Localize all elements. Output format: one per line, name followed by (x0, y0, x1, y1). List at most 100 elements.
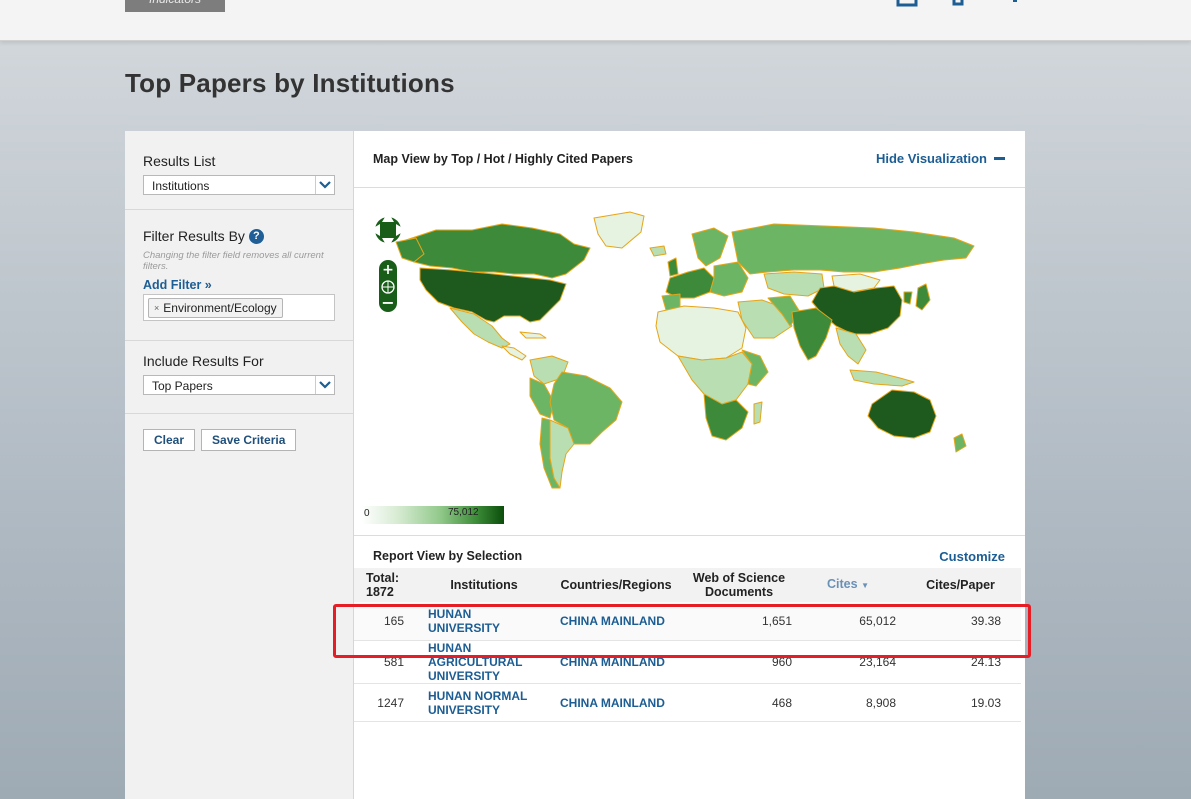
export-icon[interactable] (896, 0, 922, 8)
cites-per-paper-header[interactable]: Cites/Paper (900, 568, 1021, 602)
map-view-title: Map View by Top / Hot / Highly Cited Pap… (373, 152, 633, 166)
cites-cell: 23,164 (796, 640, 900, 684)
cites-cell: 65,012 (796, 602, 900, 641)
results-list-label: Results List (143, 153, 216, 169)
filter-field[interactable]: × Environment/Ecology (143, 294, 335, 321)
country-cell: CHINA MAINLAND (550, 683, 682, 722)
table-row: 581 HUNAN AGRICULTURAL UNIVERSITY CHINA … (354, 640, 1021, 684)
rank-cell: 1247 (354, 683, 418, 722)
region-australia (867, 389, 937, 439)
cites-header[interactable]: Cites ▼ (796, 568, 900, 602)
region-kazakhstan (763, 271, 825, 297)
institution-cell: HUNAN NORMAL UNIVERSITY (418, 683, 550, 722)
share-icon[interactable] (945, 0, 971, 8)
cites-per-paper-cell: 19.03 (900, 683, 1021, 722)
region-russia (731, 223, 975, 275)
region-new-zealand (953, 433, 967, 453)
include-section: Include Results For Top Papers (125, 341, 353, 414)
results-list-value: Institutions (152, 179, 210, 193)
countries-header[interactable]: Countries/Regions (550, 568, 682, 602)
region-uk (667, 257, 679, 277)
help-icon[interactable]: ? (248, 228, 264, 244)
country-cell: CHINA MAINLAND (550, 640, 682, 684)
country-link[interactable]: CHINA MAINLAND (560, 614, 665, 628)
svg-text:+: + (382, 262, 394, 278)
page-title: Top Papers by Institutions (125, 68, 455, 98)
clear-button[interactable]: Clear (143, 429, 196, 451)
wos-docs-cell: 468 (682, 683, 796, 722)
chevron-down-icon[interactable] (315, 176, 334, 194)
world-map[interactable]: + − 0 75,012 (354, 188, 1025, 535)
institution-link[interactable]: HUNAN AGRICULTURAL UNIVERSITY (428, 641, 522, 683)
cites-per-paper-cell: 24.13 (900, 640, 1021, 684)
rank-cell: 165 (354, 602, 418, 641)
region-iceland (649, 245, 667, 257)
total-header: Total: 1872 (354, 568, 418, 602)
chevron-down-icon[interactable] (315, 376, 334, 394)
include-value: Top Papers (152, 379, 213, 393)
region-north-africa (655, 305, 747, 361)
table-header-row: Total: 1872 Institutions Countries/Region… (354, 568, 1021, 602)
report-view-header: Report View by Selection Customize (354, 535, 1025, 569)
hide-visualization-button[interactable]: Hide Visualization (876, 151, 1005, 166)
region-madagascar (753, 401, 763, 425)
country-link[interactable]: CHINA MAINLAND (560, 696, 665, 710)
map-pan-control[interactable]: + − (369, 206, 407, 321)
world-map-svg (395, 211, 975, 489)
institution-cell: HUNAN UNIVERSITY (418, 602, 550, 641)
region-central-america (501, 345, 527, 361)
filter-label: Filter Results By ? (143, 228, 335, 244)
indicators-tab[interactable]: Indicators (125, 0, 225, 12)
top-header: Indicators (0, 0, 1191, 41)
results-list-select[interactable]: Institutions (143, 175, 335, 195)
region-japan (915, 283, 931, 311)
region-caribbean (519, 331, 547, 339)
region-greenland (593, 211, 645, 249)
legend-max-label: 75,012 (448, 507, 479, 518)
minus-icon (994, 157, 1005, 160)
results-panel: Map View by Top / Hot / Highly Cited Pap… (354, 131, 1025, 799)
save-criteria-button[interactable]: Save Criteria (201, 429, 297, 451)
region-india (791, 307, 833, 361)
institution-link[interactable]: HUNAN NORMAL UNIVERSITY (428, 689, 527, 717)
include-select[interactable]: Top Papers (143, 375, 335, 395)
rank-cell: 581 (354, 640, 418, 684)
svg-text:−: − (381, 293, 394, 312)
region-eastern-europe (709, 261, 749, 297)
region-scandinavia (691, 227, 729, 267)
wos-docs-cell: 1,651 (682, 602, 796, 641)
results-table: Total: 1872 Institutions Countries/Region… (354, 568, 1021, 722)
table-row: 1247 HUNAN NORMAL UNIVERSITY CHINA MAINL… (354, 683, 1021, 722)
map-legend: 0 75,012 (362, 506, 504, 524)
institution-cell: HUNAN AGRICULTURAL UNIVERSITY (418, 640, 550, 684)
remove-icon[interactable]: × (154, 303, 159, 313)
country-link[interactable]: CHINA MAINLAND (560, 655, 665, 669)
hide-visualization-label: Hide Visualization (875, 151, 987, 166)
region-korea (903, 291, 913, 305)
filter-chip: × Environment/Ecology (148, 298, 283, 318)
country-cell: CHINA MAINLAND (550, 602, 682, 641)
filter-section: Filter Results By ? Changing the filter … (125, 210, 353, 341)
add-filter-link[interactable]: Add Filter » (143, 278, 335, 292)
institution-link[interactable]: HUNAN UNIVERSITY (428, 607, 500, 635)
cites-per-paper-cell: 39.38 (900, 602, 1021, 641)
filter-hint: Changing the filter field removes all cu… (143, 250, 324, 272)
customize-link[interactable]: Customize (939, 549, 1005, 564)
institutions-header[interactable]: Institutions (418, 568, 550, 602)
region-indonesia (849, 369, 915, 387)
criteria-panel: Results List Institutions Filter Results… (125, 131, 354, 799)
results-list-section: Results List Institutions (125, 131, 353, 210)
cites-cell: 8,908 (796, 683, 900, 722)
filter-chip-label: Environment/Ecology (163, 301, 277, 315)
wos-docs-cell: 960 (682, 640, 796, 684)
add-icon[interactable] (995, 0, 1021, 8)
map-view-header: Map View by Top / Hot / Highly Cited Pap… (354, 131, 1025, 188)
include-label: Include Results For (143, 353, 264, 369)
wos-documents-header[interactable]: Web of Science Documents (682, 568, 796, 602)
legend-gradient (362, 506, 504, 524)
criteria-buttons: Clear Save Criteria (125, 414, 353, 466)
sort-desc-icon: ▼ (861, 581, 869, 590)
legend-min-label: 0 (364, 508, 370, 519)
report-view-title: Report View by Selection (373, 549, 523, 563)
table-row: 165 HUNAN UNIVERSITY CHINA MAINLAND 1,65… (354, 602, 1021, 641)
